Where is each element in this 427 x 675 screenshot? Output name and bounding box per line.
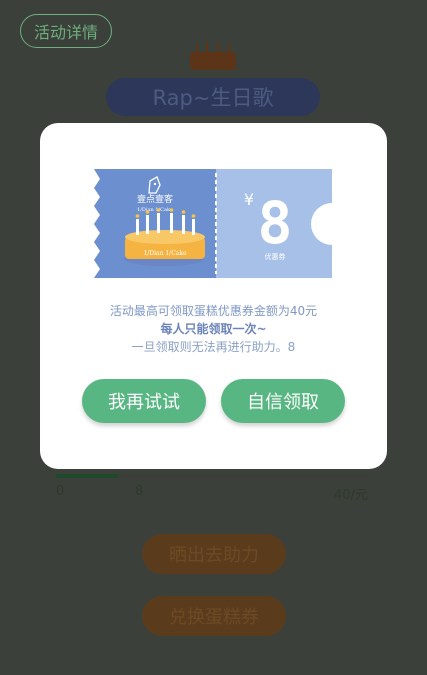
- coupon-modal: 壹点壹客 1/Dian 1/Cake 1/Dian 1/Cake ¥ 8 优惠券…: [40, 123, 387, 469]
- cake-label: 1/Dian 1/Cake: [143, 250, 187, 257]
- once-per-person-message: 每人只能领取一次~: [160, 322, 267, 336]
- share-boost-button[interactable]: 晒出去助力: [142, 534, 286, 574]
- progress-bar: [56, 474, 368, 478]
- currency-symbol: ¥: [244, 190, 254, 209]
- coupon-amount: 8: [258, 189, 293, 257]
- brand-name-cn: 壹点壹客: [137, 193, 173, 205]
- claim-coupon-button[interactable]: 自信领取: [221, 379, 345, 423]
- song-title-pill: Rap~生日歌: [106, 78, 320, 116]
- no-more-boost-message: 一旦领取则无法再进行助力。8: [131, 340, 296, 354]
- activity-details-button[interactable]: 活动详情: [20, 14, 112, 48]
- cake-coupon: 壹点壹客 1/Dian 1/Cake 1/Dian 1/Cake ¥ 8 优惠券: [94, 169, 332, 278]
- progress-max-label: 40/元: [334, 488, 368, 503]
- max-amount-message: 活动最高可领取蛋糕优惠券金额为40元: [109, 304, 318, 318]
- progress-min-label: 0: [56, 484, 65, 499]
- cake-icon: [190, 42, 236, 70]
- try-again-button[interactable]: 我再试试: [82, 379, 206, 423]
- brand-name-en: 1/Dian 1/Cake: [137, 207, 173, 213]
- progress-bar-fill: [56, 474, 119, 478]
- coupon-type: 优惠券: [265, 252, 286, 261]
- redeem-cake-coupon-button[interactable]: 兑换蛋糕券: [142, 596, 286, 636]
- progress-current-label: 8: [135, 484, 144, 499]
